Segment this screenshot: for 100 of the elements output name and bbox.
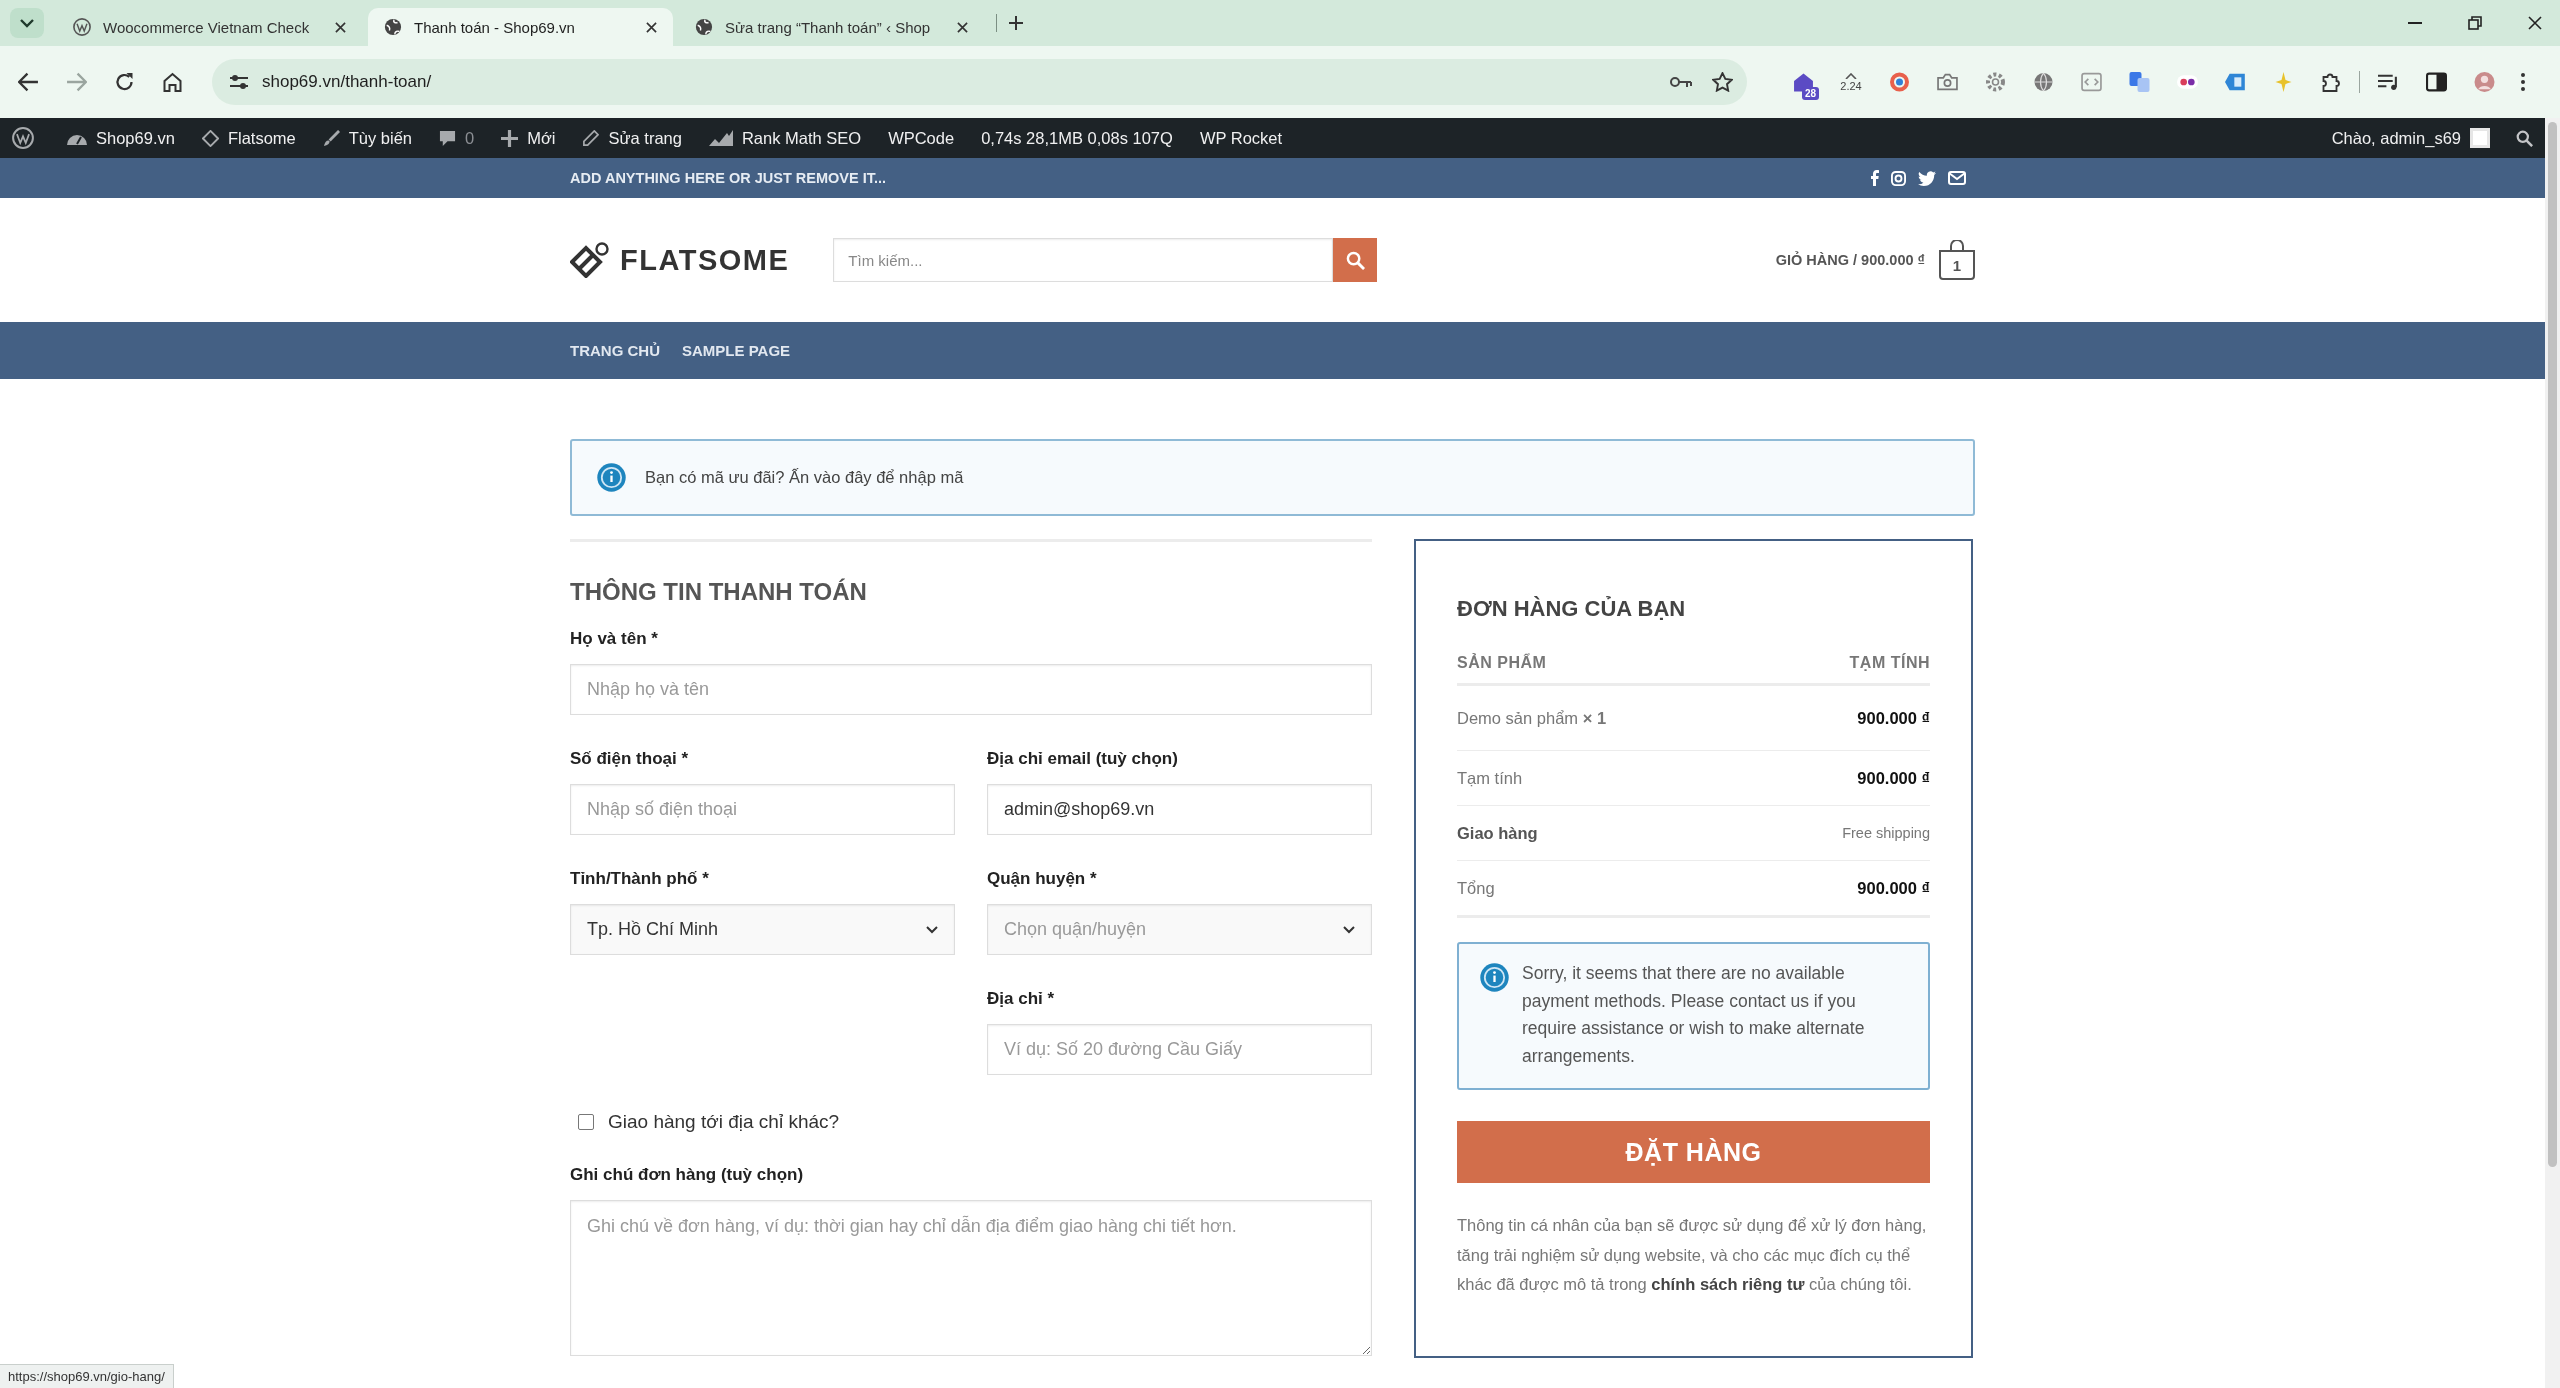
bird-icon[interactable] [1918,170,1936,186]
privacy-policy-link[interactable]: chính sách riêng tư [1651,1275,1805,1293]
envelope-icon[interactable] [1948,171,1966,185]
order-row-value: 900.000 ₫ [1857,708,1930,729]
gear-icon[interactable] [1984,72,2006,92]
search-button[interactable] [1333,238,1378,282]
privacy-notice: Thông tin cá nhân của bạn sẽ được sử dụng để xử lý đơn hàng, tăng trải nghiệm sử dụng website, và cho các mục đích cụ thể khác đã được mô tả trong chính sách riêng tư của chúng tôi. [1457,1215,1928,1295]
reload-icon[interactable] [113,72,135,92]
site-name-link[interactable]: Shop69.vn [67,128,175,148]
admin-menu-link[interactable]: WP Rocket [1199,128,1283,148]
address-bar[interactable]: shop69.vn/thanh-toan/ [212,59,1747,105]
theme-link[interactable]: Flatsome [201,128,296,148]
dropdown-field[interactable]: Tp. Hồ Chí Minh [570,904,955,955]
nav-link[interactable]: TRANG CHỦ [570,342,660,359]
puzzle-icon[interactable] [2320,72,2342,92]
close-icon[interactable] [646,21,657,33]
field-label: Tỉnh/Thành phố * [570,868,710,890]
order-row-label: Tổng [1457,878,1495,899]
extension-reading: 2.24 [1840,79,1862,92]
column-header: SẢN PHẨM [1457,654,1547,672]
info-icon [1479,962,1510,993]
diamond-icon [201,129,219,147]
wordpress-logo-icon[interactable] [12,127,34,149]
search-field[interactable]: Tìm kiếm... [833,238,1334,282]
brush-icon [322,129,340,147]
comment-icon [439,129,457,147]
coupon-notice-text[interactable]: Bạn có mã ưu đãi? Ấn vào đây để nhập mã [645,468,964,487]
close-icon[interactable] [957,21,968,33]
info-icon [596,462,627,493]
playlist-icon[interactable] [2377,72,2399,92]
globe-icon[interactable] [2032,72,2054,92]
site-logo-link[interactable]: FLATSOME [570,242,790,278]
key-icon[interactable] [1670,76,1692,88]
top-bar-text: ADD ANYTHING HERE OR JUST REMOVE IT... [570,170,887,186]
star-icon[interactable] [1712,72,1733,92]
customize-link[interactable]: Tùy biến [322,128,413,148]
payment-notice-text: Sorry, it seems that there are no available payment methods. Please contact us if you require assistance or wish to make alternate arrangements. [1522,962,1866,1068]
diamond-logo-icon [570,242,610,278]
browser-tab[interactable]: Sửa trang “Thanh toán” ‹ Shop [679,8,984,46]
order-row-label: Tạm tính [1457,768,1523,789]
back-arrow-icon[interactable] [17,72,39,92]
checkbox[interactable] [578,1114,594,1130]
tag-icon[interactable] [2224,72,2246,92]
pencil-icon [582,129,600,147]
checkbox-label[interactable]: Giao hàng tới địa chỉ khác? [608,1111,840,1133]
new-content-link[interactable]: Mới [501,128,556,148]
edit-page-link[interactable]: Sửa trang [582,128,682,148]
search-icon [1345,250,1365,270]
globe-icon [384,18,402,36]
field-label: Địa chỉ * [987,988,1056,1010]
code-icon[interactable] [2080,72,2102,92]
field-label: Họ và tên * [570,628,659,650]
plus-icon [501,129,519,147]
globe-icon [695,18,713,36]
nav-link[interactable]: SAMPLE PAGE [682,342,791,359]
plus-icon[interactable] [1009,16,1023,30]
avatar-icon[interactable] [2473,72,2495,92]
close-icon[interactable] [2528,16,2542,30]
home-icon[interactable] [161,72,183,92]
field-label: Quận huyện * [987,868,1098,890]
ring-icon[interactable] [1888,72,1910,92]
translate-icon[interactable] [2128,72,2150,92]
admin-menu-link[interactable]: WPCode [888,128,955,148]
menu-icon[interactable] [2521,73,2525,91]
chart-icon [708,130,733,146]
notes-textarea[interactable]: Ghi chú về đơn hàng, ví dụ: thời gian hay chỉ dẫn địa điểm giao hàng chi tiết hơn. [570,1200,1372,1356]
order-row-label: Demo sản phẩm × 1 [1457,708,1607,729]
facebook-icon[interactable] [1871,170,1879,186]
search-icon[interactable] [2516,129,2533,147]
caret-up-icon[interactable] [1845,72,1857,79]
order-row-value: Free shipping [1842,824,1930,843]
field-label: Số điện thoại * [570,748,690,770]
camera-icon[interactable] [1936,72,1958,92]
cart-link[interactable]: GIỎ HÀNG / 900.000 ₫ [1775,252,1925,268]
input-field[interactable]: Ví dụ: Số 20 đường Cầu Giấy [987,1024,1372,1075]
order-row-value: 900.000 ₫ [1857,878,1930,899]
restore-icon[interactable] [2468,16,2482,30]
field-label: Ghi chú đơn hàng (tuỳ chọn) [570,1164,805,1186]
input-field[interactable]: Nhập số điện thoại [570,784,955,835]
comments-link[interactable]: 0 [439,128,475,148]
side-panel-icon[interactable] [2425,72,2447,92]
dots-icon[interactable] [2176,72,2198,92]
input-field[interactable]: admin@shop69.vn [987,784,1372,835]
chevron-down-icon[interactable] [10,8,44,38]
status-bar-url: https://shop69.vn/gio-hang/ [0,1364,174,1388]
seo-menu-link[interactable]: Rank Math SEO [708,128,862,148]
close-icon[interactable] [335,21,346,33]
order-heading: ĐƠN HÀNG CỦA BẠN [1457,596,1687,622]
section-heading: THÔNG TIN THANH TOÁN [570,578,868,606]
browser-tab[interactable]: Thanh toán - Shop69.vn [368,8,673,46]
tune-icon[interactable] [230,75,248,89]
field-label: Địa chỉ email (tuỳ chọn) [987,748,1179,770]
admin-menu-link[interactable]: 0,74s 28,1MB 0,08s 107Q [981,128,1173,148]
browser-tab[interactable]: Woocommerce Vietnam Check [57,8,362,46]
scrollbar-thumb[interactable] [2548,122,2557,1167]
avatar-icon [2470,128,2490,148]
order-row-label: Giao hàng [1457,823,1538,844]
input-field[interactable]: Nhập họ và tên [570,664,1372,715]
account-link[interactable]: Chào, admin_s69 [2331,128,2490,148]
column-header: TẠM TÍNH [1849,654,1930,672]
